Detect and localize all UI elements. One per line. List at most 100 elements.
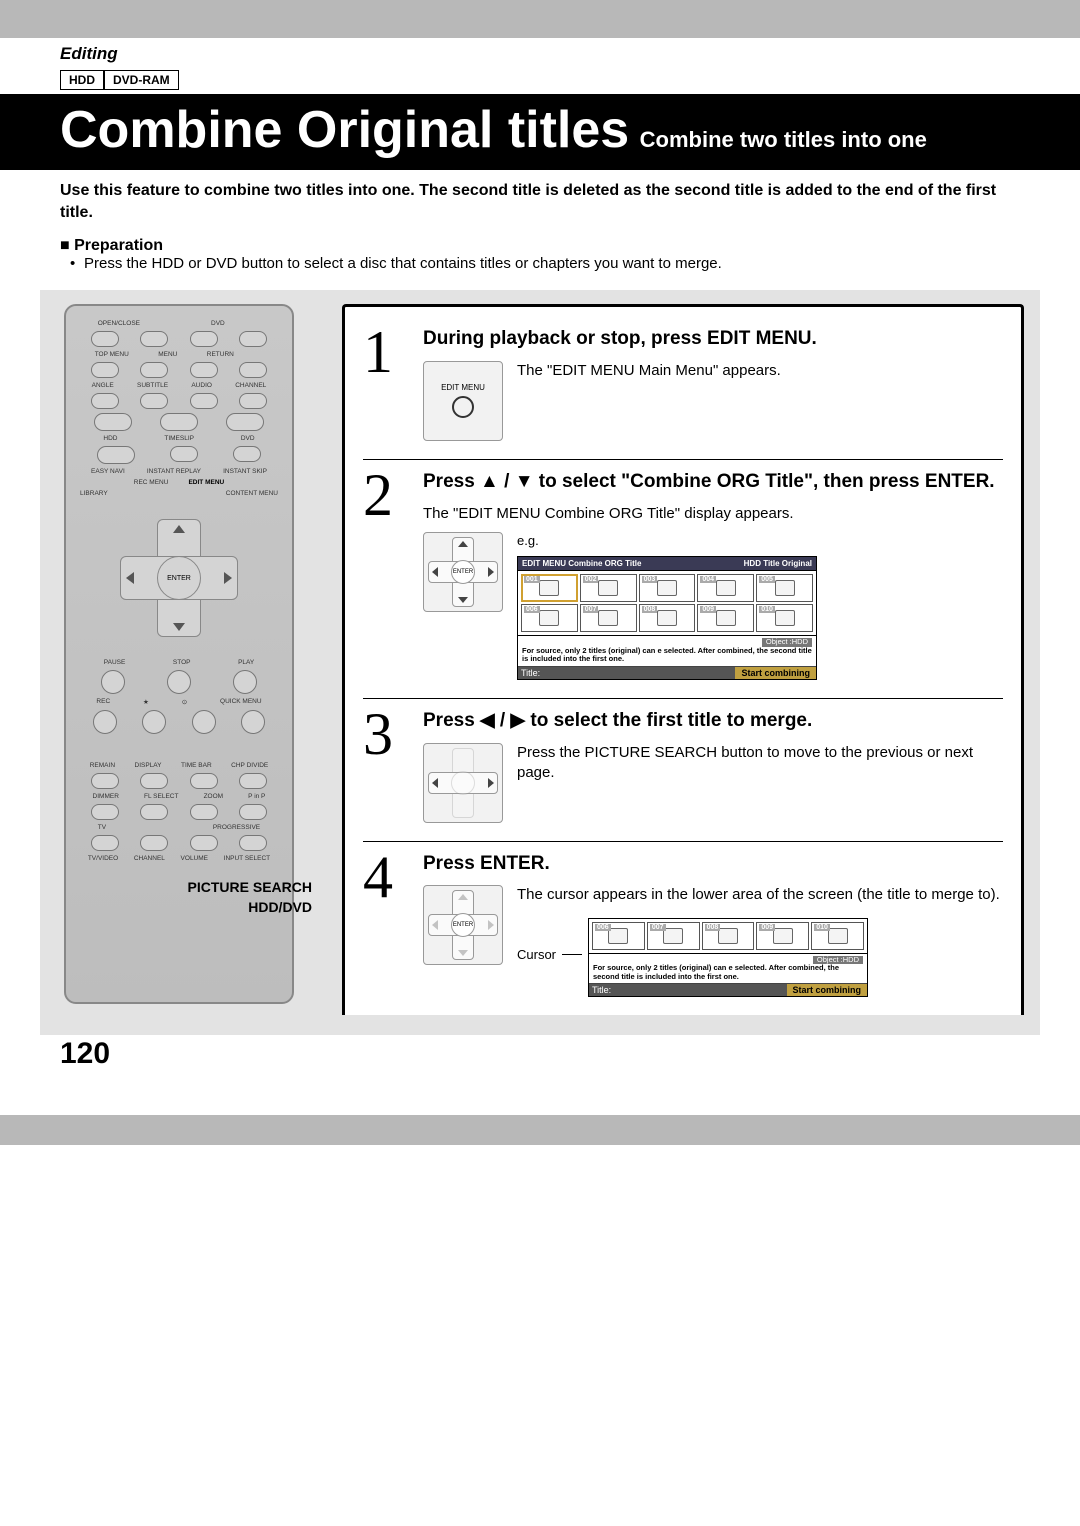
section-heading: Editing	[60, 44, 118, 64]
remote-btn	[239, 393, 267, 409]
osd-start-button: Start combining	[787, 984, 868, 996]
remote-label: DIMMER	[93, 793, 119, 800]
remote-btn	[91, 362, 119, 378]
step-number: 2	[363, 470, 409, 680]
remote-btn	[142, 710, 166, 734]
remote-btn	[239, 835, 267, 851]
remote-label: HDD	[103, 435, 117, 442]
remote-label: TV	[98, 824, 106, 831]
remote-btn	[140, 773, 168, 789]
remote-label: STOP	[173, 659, 191, 666]
remote-label: INSTANT SKIP	[223, 468, 267, 475]
remote-label: CHANNEL	[134, 855, 165, 862]
remote-label: PROGRESSIVE	[213, 824, 260, 831]
remote-btn	[190, 804, 218, 820]
osd-cell-num: 006	[595, 924, 611, 931]
remote-btn	[239, 773, 267, 789]
remote-label: FL SELECT	[144, 793, 178, 800]
remote-label: CHP DIVIDE	[231, 762, 268, 769]
remote-label: TOP MENU	[95, 351, 129, 358]
remote-label: PAUSE	[104, 659, 126, 666]
remote-btn	[93, 710, 117, 734]
remote-label: VOLUME	[181, 855, 208, 862]
remote-label: TIME BAR	[181, 762, 212, 769]
osd-badge: Title	[763, 559, 779, 568]
enter-icon: ENTER	[451, 913, 475, 937]
remote-label: CHANNEL	[235, 382, 266, 389]
example-label: e.g.	[517, 533, 539, 548]
osd-cell-num: 006	[524, 606, 540, 613]
remote-label: ZOOM	[204, 793, 224, 800]
step-2: 2 Press ▲ / ▼ to select "Combine ORG Tit…	[363, 460, 1003, 699]
osd-cell-num: 005	[759, 576, 775, 583]
remote-btn	[239, 362, 267, 378]
remote-label: CONTENT MENU	[226, 490, 278, 497]
remote-label: INSTANT REPLAY	[147, 468, 201, 475]
remote-btn	[140, 804, 168, 820]
osd-title: Combine ORG Title	[568, 559, 641, 568]
remote-label: EASY NAVI	[91, 468, 125, 475]
step-1: 1 During playback or stop, press EDIT ME…	[363, 317, 1003, 460]
banner-title: Combine Original titles	[60, 101, 629, 159]
remote-btn	[140, 393, 168, 409]
anno-hdd-dvd: HDD/DVD	[56, 899, 316, 915]
dpad-lr-icon	[423, 743, 503, 823]
remote-btn	[190, 835, 218, 851]
remote-btn	[190, 362, 218, 378]
osd-cell-num: 002	[583, 576, 599, 583]
remote-label: ANGLE	[92, 382, 114, 389]
remote-label: RETURN	[207, 351, 234, 358]
osd-menu-label: EDIT MENU	[522, 559, 566, 568]
osd-start-button: Start combining	[735, 667, 816, 679]
step-3: 3 Press ◀ / ▶ to select the first title …	[363, 699, 1003, 842]
remote-btn	[170, 446, 198, 462]
remote-label: REC MENU	[134, 479, 169, 486]
step-heading: Press ENTER.	[423, 852, 1003, 876]
remote-dpad: ENTER	[104, 503, 254, 653]
remote-label: P in P	[248, 793, 265, 800]
title-banner: Combine Original titles Combine two titl…	[0, 94, 1080, 170]
bottom-margin-bar	[0, 1115, 1080, 1145]
remote-btn-timeslip	[160, 413, 198, 431]
remote-btn	[91, 393, 119, 409]
step-heading: During playback or stop, press EDIT MENU…	[423, 327, 1003, 351]
remote-label: SUBTITLE	[137, 382, 168, 389]
steps-panel: 1 During playback or stop, press EDIT ME…	[342, 304, 1024, 1015]
remote-enter-button: ENTER	[157, 556, 201, 600]
step-4: 4 Press ENTER. ENTER The cursor appea	[363, 842, 1003, 1016]
remote-btn	[190, 331, 218, 347]
osd-cell-num: 003	[642, 576, 658, 583]
remote-label-editmenu: EDIT MENU	[188, 479, 224, 486]
osd-screenshot: EDIT MENU Combine ORG Title HDD Title Or…	[517, 556, 817, 680]
remote-btn	[190, 773, 218, 789]
dpad-enter-icon: ENTER	[423, 885, 503, 965]
remote-btn-easynavi	[97, 446, 135, 464]
remote-btn	[190, 393, 218, 409]
step-number: 3	[363, 709, 409, 823]
remote-label-dvd: DVD	[211, 320, 225, 327]
page-number: 120	[60, 1037, 110, 1071]
remote-btn	[241, 710, 265, 734]
osd-title-field: Title:	[589, 984, 786, 996]
osd-cell-num: 008	[705, 924, 721, 931]
remote-btn	[91, 331, 119, 347]
remote-btn-play	[233, 670, 257, 694]
edit-menu-button-icon: EDIT MENU	[423, 361, 503, 441]
step-heading: Press ◀ / ▶ to select the first title to…	[423, 709, 1003, 733]
step-heading: Press ▲ / ▼ to select "Combine ORG Title…	[423, 470, 1003, 494]
osd-cell-num: 010	[814, 924, 830, 931]
osd-cell-num: 009	[759, 924, 775, 931]
remote-label: DVD	[241, 435, 255, 442]
remote-btn-hdd	[94, 413, 132, 431]
remote-btn	[233, 446, 261, 462]
osd-screenshot-2: 006 007 008 009 010 Object :HDD For sour…	[588, 918, 868, 998]
osd-cell-num: 009	[700, 606, 716, 613]
osd-note: For source, only 2 titles (original) can…	[522, 647, 812, 664]
enter-icon: ENTER	[451, 560, 475, 584]
remote-btn	[91, 804, 119, 820]
remote-btn	[192, 710, 216, 734]
osd-cell-num: 004	[700, 576, 716, 583]
osd-cell-num: 010	[759, 606, 775, 613]
cursor-label: Cursor	[517, 947, 556, 962]
remote-btn	[91, 773, 119, 789]
